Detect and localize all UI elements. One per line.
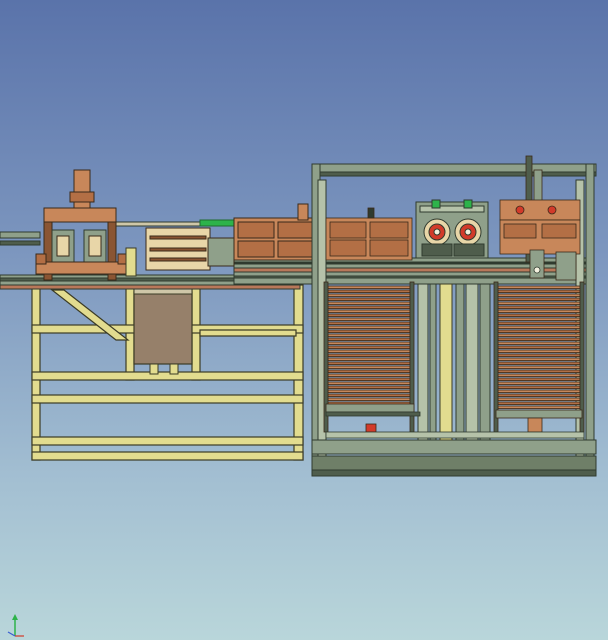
stack-slat — [327, 321, 411, 325]
stack-slat — [327, 365, 411, 369]
stack-slat — [327, 293, 411, 297]
stack-slat — [327, 289, 411, 293]
stack-slat — [497, 285, 581, 289]
stack-slat — [497, 329, 581, 333]
stack-slat — [497, 405, 581, 409]
stack-slat — [497, 369, 581, 373]
stack-slat — [327, 301, 411, 305]
xyz-axis-triad-icon — [7, 614, 24, 637]
stack-slat — [327, 337, 411, 341]
stack-slat — [497, 309, 581, 313]
twin-roller-unit — [415, 199, 491, 441]
stack-slat — [327, 373, 411, 377]
stack-slat — [497, 349, 581, 353]
stack-slat — [327, 285, 411, 289]
stack-slat — [497, 297, 581, 301]
stack-slat — [327, 341, 411, 345]
stack-slat — [497, 313, 581, 317]
stack-slat — [497, 353, 581, 357]
cad-viewport[interactable] — [0, 0, 608, 640]
stack-slat — [497, 365, 581, 369]
left-stack-magazine — [323, 207, 415, 433]
stack-slat — [497, 345, 581, 349]
stack-slat — [327, 305, 411, 309]
material-chute — [133, 285, 193, 375]
stack-slat — [497, 333, 581, 337]
stack-slat — [497, 305, 581, 309]
stack-slat — [327, 317, 411, 321]
stack-slat — [327, 313, 411, 317]
stack-slat — [497, 301, 581, 305]
stack-slat — [327, 325, 411, 329]
stack-slat — [497, 337, 581, 341]
stack-slat — [327, 369, 411, 373]
stack-slat — [497, 385, 581, 389]
stack-slat — [497, 393, 581, 397]
machine-assembly-drawing — [0, 155, 597, 477]
stack-slat — [327, 389, 411, 393]
stack-slat — [497, 381, 581, 385]
stack-slat — [327, 353, 411, 357]
stack-slat — [497, 325, 581, 329]
stack-slat — [497, 317, 581, 321]
feeder-box — [233, 203, 317, 261]
stack-slat — [327, 357, 411, 361]
stack-slat — [327, 297, 411, 301]
stack-slat — [327, 309, 411, 313]
stack-slat — [497, 321, 581, 325]
stack-slat — [327, 349, 411, 353]
stack-slat — [497, 357, 581, 361]
stack-slat — [327, 333, 411, 337]
stack-slat — [497, 341, 581, 345]
stack-slat — [327, 361, 411, 365]
stack-slat — [327, 377, 411, 381]
stack-slat — [497, 289, 581, 293]
stack-slat — [327, 397, 411, 401]
stack-slat — [327, 329, 411, 333]
stack-slat — [327, 393, 411, 397]
die-block — [145, 219, 235, 271]
stack-slat — [497, 377, 581, 381]
stack-slat — [327, 381, 411, 385]
right-stack-magazine — [493, 155, 585, 433]
stack-slat — [327, 345, 411, 349]
stack-slat — [497, 293, 581, 297]
stack-slat — [327, 385, 411, 389]
stack-slat — [497, 389, 581, 393]
stack-slat — [497, 361, 581, 365]
stack-slat — [497, 373, 581, 377]
stack-slat — [497, 397, 581, 401]
stack-slat — [497, 401, 581, 405]
